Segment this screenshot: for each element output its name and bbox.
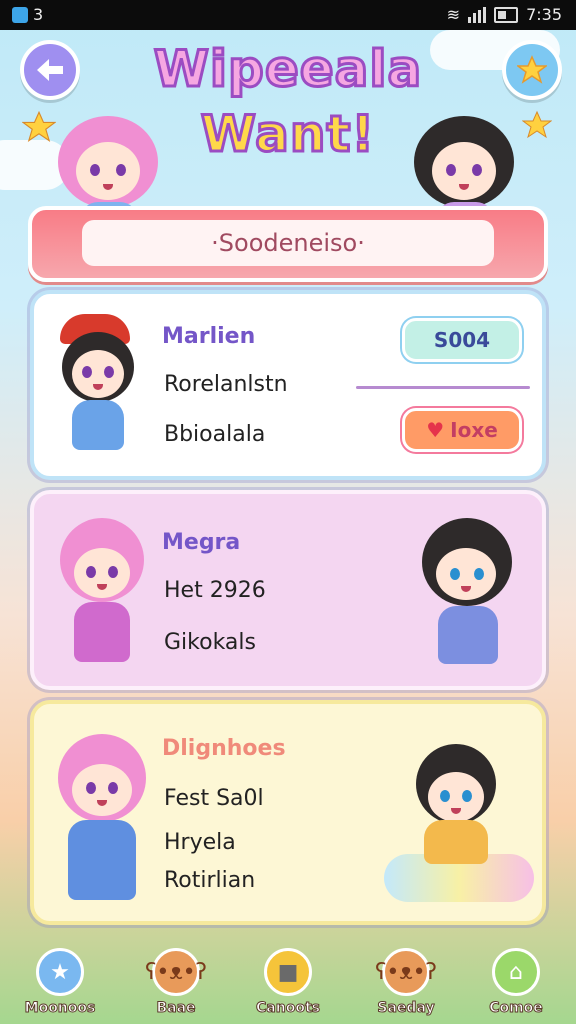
subtitle-banner: ·Soodeneiso· [28, 206, 548, 282]
nav-item-moonoos[interactable]: ★ Moonoos [10, 948, 110, 1017]
favorites-button[interactable] [502, 40, 562, 100]
card-line: Fest Sa0l [164, 786, 264, 811]
star-icon: ★ [36, 948, 84, 996]
character-illustration [384, 734, 534, 914]
like-label: Ioxe [450, 418, 498, 442]
card-line: Hryela [164, 830, 236, 855]
back-arrow-icon [37, 59, 63, 81]
card-name: Marlien [162, 324, 256, 349]
nav-item-canoots[interactable]: ■ Canoots [238, 948, 338, 1017]
bottom-nav: ★ Moonoos ʕ•ᴥ•ʔ Baae ■ Canoots ʕ•ᴥ•ʔ Sae… [0, 934, 576, 1024]
back-button[interactable] [20, 40, 80, 100]
character-illustration [414, 518, 524, 678]
character-card[interactable]: Marlien Rorelanlstn Bbioalala S004 ♥ Iox… [30, 290, 546, 480]
banner-subtitle: ·Soodeneiso· [82, 220, 494, 266]
bear-icon: ʕ•ᴥ•ʔ [375, 948, 437, 996]
card-name: Dlignhoes [162, 736, 286, 761]
app-notification-icon [12, 6, 28, 23]
home-icon: ⌂ [492, 948, 540, 996]
signal-icon [468, 6, 487, 23]
card-line: Rorelanlstn [164, 372, 288, 397]
card-name: Megra [162, 530, 241, 555]
gift-icon: ■ [264, 948, 312, 996]
like-button[interactable]: ♥ Ioxe [402, 408, 522, 452]
card-line: Rotirlian [164, 868, 256, 893]
character-avatar [52, 314, 152, 464]
nav-item-comoe[interactable]: ⌂ Comoe [466, 948, 566, 1017]
nav-label: Canoots [256, 1000, 321, 1017]
character-avatar [52, 518, 152, 678]
nav-label: Comoe [489, 1000, 544, 1017]
nav-label: Saeday [377, 1000, 435, 1017]
character-card[interactable]: Dlignhoes Fest Sa0l Hryela Rotirlian [30, 700, 546, 925]
nav-label: Baae [156, 1000, 196, 1017]
app-title: Wipeeala [152, 39, 423, 100]
bear-icon: ʕ•ᴥ•ʔ [145, 948, 207, 996]
divider [356, 386, 530, 389]
nav-item-baae[interactable]: ʕ•ᴥ•ʔ Baae [126, 948, 226, 1017]
character-card[interactable]: Megra Het 2926 Gikokals [30, 490, 546, 690]
battery-icon [494, 6, 519, 23]
status-time: 7:35 [526, 5, 562, 24]
status-left-text: 3 [33, 5, 44, 24]
app-title-line2: Want! [199, 104, 376, 165]
card-line: Het 2926 [164, 578, 266, 603]
character-avatar [52, 724, 152, 914]
nav-item-saeday[interactable]: ʕ•ᴥ•ʔ Saeday [356, 948, 456, 1017]
star-icon [517, 55, 547, 84]
score-badge[interactable]: S004 [402, 318, 522, 362]
nav-label: Moonoos [24, 1000, 96, 1017]
card-line: Gikokals [164, 630, 256, 655]
wifi-icon: ≋ [446, 5, 461, 24]
card-line: Bbioalala [164, 422, 266, 447]
status-bar: 3 ≋ 7:35 [0, 0, 576, 30]
heart-icon: ♥ [426, 418, 445, 442]
